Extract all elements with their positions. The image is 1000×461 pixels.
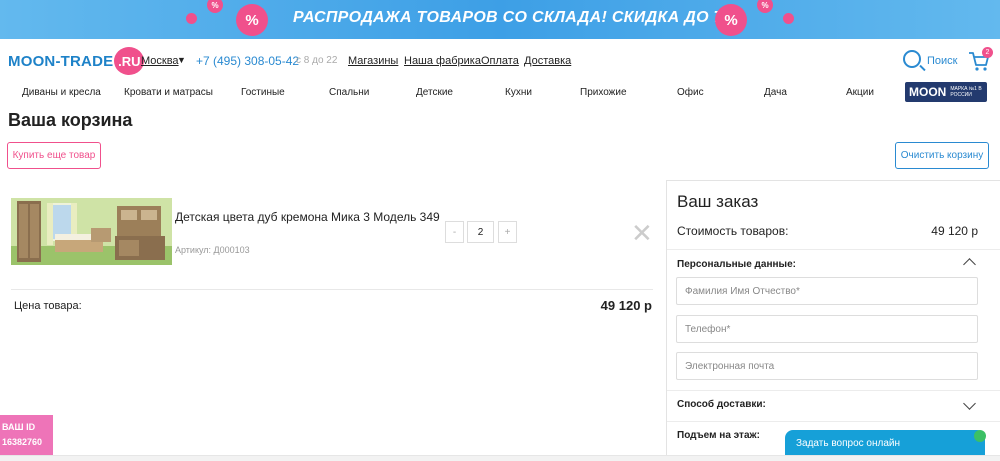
order-title: Ваш заказ (677, 192, 759, 211)
banner-text: РАСПРОДАЖА ТОВАРОВ СО СКЛАДА! СКИДКА ДО … (293, 9, 747, 26)
nav-bedrooms[interactable]: Спальни (329, 87, 369, 98)
floor-lift-label[interactable]: Подъем на этаж: (677, 430, 760, 441)
qty-input[interactable]: 2 (467, 221, 494, 243)
phone-field[interactable] (676, 315, 978, 343)
online-status-icon (974, 430, 986, 442)
full-name-field[interactable] (676, 277, 978, 305)
remove-item-icon[interactable]: ✕ (631, 220, 653, 246)
buy-more-button[interactable]: Купить еще товар (7, 142, 101, 169)
goods-cost-label: Стоимость товаров: (677, 224, 789, 238)
percent-bubble-icon: % (236, 4, 268, 36)
percent-small-icon: % (757, 0, 773, 13)
horizontal-scrollbar[interactable] (0, 455, 1000, 461)
divider (667, 390, 1000, 391)
cart-count-badge: 2 (982, 47, 993, 58)
search-icon[interactable] (903, 50, 921, 68)
city-selector[interactable]: Москва (141, 55, 179, 67)
qty-increase-button[interactable]: + (498, 221, 517, 243)
product-image[interactable] (11, 198, 172, 265)
link-factory[interactable]: Наша фабрика (404, 55, 481, 67)
chevron-down-icon[interactable]: ▼ (177, 55, 186, 65)
user-id-value: 16382760 (2, 437, 43, 447)
logo-text: MOON-TRADE (8, 52, 114, 70)
delivery-method-label[interactable]: Способ доставки: (677, 399, 766, 410)
price-value: 49 120 р (600, 298, 652, 313)
divider (667, 249, 1000, 250)
link-stores[interactable]: Магазины (348, 55, 398, 67)
percent-small-icon: % (207, 0, 223, 13)
link-payment[interactable]: Оплата (481, 55, 519, 67)
working-hours: с 8 до 22 (296, 55, 338, 66)
nav-living-rooms[interactable]: Гостиные (241, 87, 285, 98)
online-chat-label: Задать вопрос онлайн (796, 438, 901, 449)
email-field[interactable] (676, 352, 978, 380)
user-id-label: ВАШ ID (2, 422, 36, 432)
nav-kitchens[interactable]: Кухни (505, 87, 532, 98)
moon-brand-name: MOON (909, 85, 947, 99)
phone-link[interactable]: +7 (495) 308-05-42 (196, 54, 299, 68)
moon-brand-badge[interactable]: MOON МАРКА №1 В РОССИИ (905, 82, 987, 102)
nav-sales[interactable]: Акции (846, 87, 874, 98)
site-logo[interactable]: MOON-TRADE .RU (8, 47, 145, 75)
user-id-badge[interactable]: ВАШ ID 16382760 (0, 415, 53, 455)
divider (11, 289, 653, 290)
personal-data-label[interactable]: Персональные данные: (677, 259, 796, 270)
moon-brand-sub: МАРКА №1 В РОССИИ (950, 86, 982, 98)
product-name[interactable]: Детская цвета дуб кремона Мика 3 Модель … (175, 208, 440, 226)
nav-kids[interactable]: Детские (416, 87, 453, 98)
goods-cost-value: 49 120 р (931, 224, 978, 238)
link-delivery[interactable]: Доставка (524, 55, 571, 67)
price-label: Цена товара: (14, 300, 82, 312)
decor-dot (186, 13, 197, 24)
divider (667, 421, 1000, 422)
decor-dot (783, 13, 794, 24)
clear-cart-button[interactable]: Очистить корзину (895, 142, 989, 169)
nav-beds[interactable]: Кровати и матрасы (124, 87, 213, 98)
search-label[interactable]: Поиск (927, 55, 957, 67)
nav-office[interactable]: Офис (677, 87, 704, 98)
nav-hallways[interactable]: Прихожие (580, 87, 627, 98)
nav-sofas[interactable]: Диваны и кресла (22, 87, 101, 98)
logo-ru-badge: .RU (114, 47, 145, 75)
percent-bubble-icon: % (715, 4, 747, 36)
nav-dacha[interactable]: Дача (764, 87, 787, 98)
qty-decrease-button[interactable]: - (445, 221, 464, 243)
product-sku: Артикул: Д000103 (175, 245, 250, 255)
page-title: Ваша корзина (8, 110, 133, 130)
promo-banner[interactable]: % % РАСПРОДАЖА ТОВАРОВ СО СКЛАДА! СКИДКА… (0, 0, 1000, 39)
